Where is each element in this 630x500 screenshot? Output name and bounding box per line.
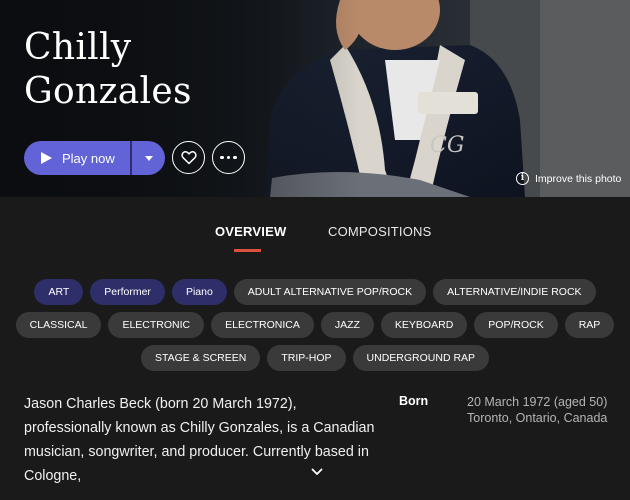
tag-piano[interactable]: Piano — [171, 279, 227, 305]
play-icon — [41, 152, 52, 164]
heart-icon — [180, 151, 197, 165]
born-details: 20 March 1972 (aged 50) Toronto, Ontario… — [467, 394, 607, 426]
svg-text:CG: CG — [430, 133, 464, 158]
expand-bio-button[interactable] — [311, 463, 323, 481]
tab-compositions[interactable]: COMPOSITIONS — [328, 224, 432, 239]
tag-alternative-indie[interactable]: ALTERNATIVE/INDIE ROCK — [433, 279, 596, 305]
tag-underground-rap[interactable]: UNDERGROUND RAP — [352, 345, 490, 371]
tag-pop-rock[interactable]: POP/ROCK — [474, 312, 558, 338]
improve-photo-link[interactable]: i Improve this photo — [516, 172, 621, 185]
tag-jazz[interactable]: JAZZ — [320, 312, 374, 338]
tag-adult-alternative[interactable]: ADULT ALTERNATIVE POP/ROCK — [233, 279, 427, 305]
tab-overview[interactable]: OVERVIEW — [215, 224, 286, 239]
tag-stage-screen[interactable]: STAGE & SCREEN — [140, 345, 261, 371]
tag-rap[interactable]: RAP — [564, 312, 615, 338]
artist-bio: Jason Charles Beck (born 20 March 1972),… — [24, 396, 375, 484]
born-label: Born — [399, 394, 429, 408]
tag-row: STAGE & SCREEN TRIP-HOP UNDERGROUND RAP — [0, 345, 630, 371]
expand-chevron-icon — [311, 468, 323, 475]
tag-performer[interactable]: Performer — [90, 279, 165, 305]
artist-name: Chilly Gonzales — [24, 26, 284, 114]
play-now-button[interactable]: Play now — [24, 141, 130, 175]
more-options-button[interactable] — [212, 141, 245, 174]
tag-electronica[interactable]: ELECTRONICA — [211, 312, 314, 338]
tag-art[interactable]: ART — [34, 279, 84, 305]
tag-classical[interactable]: CLASSICAL — [15, 312, 102, 338]
artist-hero: CG Chilly Gonzales Play now i Improve th… — [0, 0, 630, 197]
play-now-label: Play now — [62, 150, 115, 166]
play-button-group: Play now — [24, 141, 165, 175]
more-icon — [220, 155, 237, 160]
tag-keyboard[interactable]: KEYBOARD — [380, 312, 468, 338]
tag-trip-hop[interactable]: TRIP-HOP — [267, 345, 346, 371]
born-place: Toronto, Ontario, Canada — [467, 411, 608, 425]
favorite-button[interactable] — [172, 141, 205, 174]
artist-name-line2: Gonzales — [24, 71, 192, 112]
info-icon: i — [516, 172, 529, 185]
play-options-dropdown[interactable] — [132, 141, 165, 175]
active-tab-indicator — [234, 249, 261, 252]
genre-tags: ART Performer Piano ADULT ALTERNATIVE PO… — [0, 279, 630, 378]
born-date: 20 March 1972 (aged 50) — [467, 395, 608, 409]
tab-bar: OVERVIEW COMPOSITIONS — [0, 224, 630, 254]
tag-row: ART Performer Piano ADULT ALTERNATIVE PO… — [0, 279, 630, 305]
artist-name-line1: Chilly — [24, 27, 132, 68]
tag-electronic[interactable]: ELECTRONIC — [108, 312, 205, 338]
chevron-down-icon — [144, 155, 153, 161]
improve-photo-label: Improve this photo — [535, 172, 622, 185]
tag-row: CLASSICAL ELECTRONIC ELECTRONICA JAZZ KE… — [0, 312, 630, 338]
